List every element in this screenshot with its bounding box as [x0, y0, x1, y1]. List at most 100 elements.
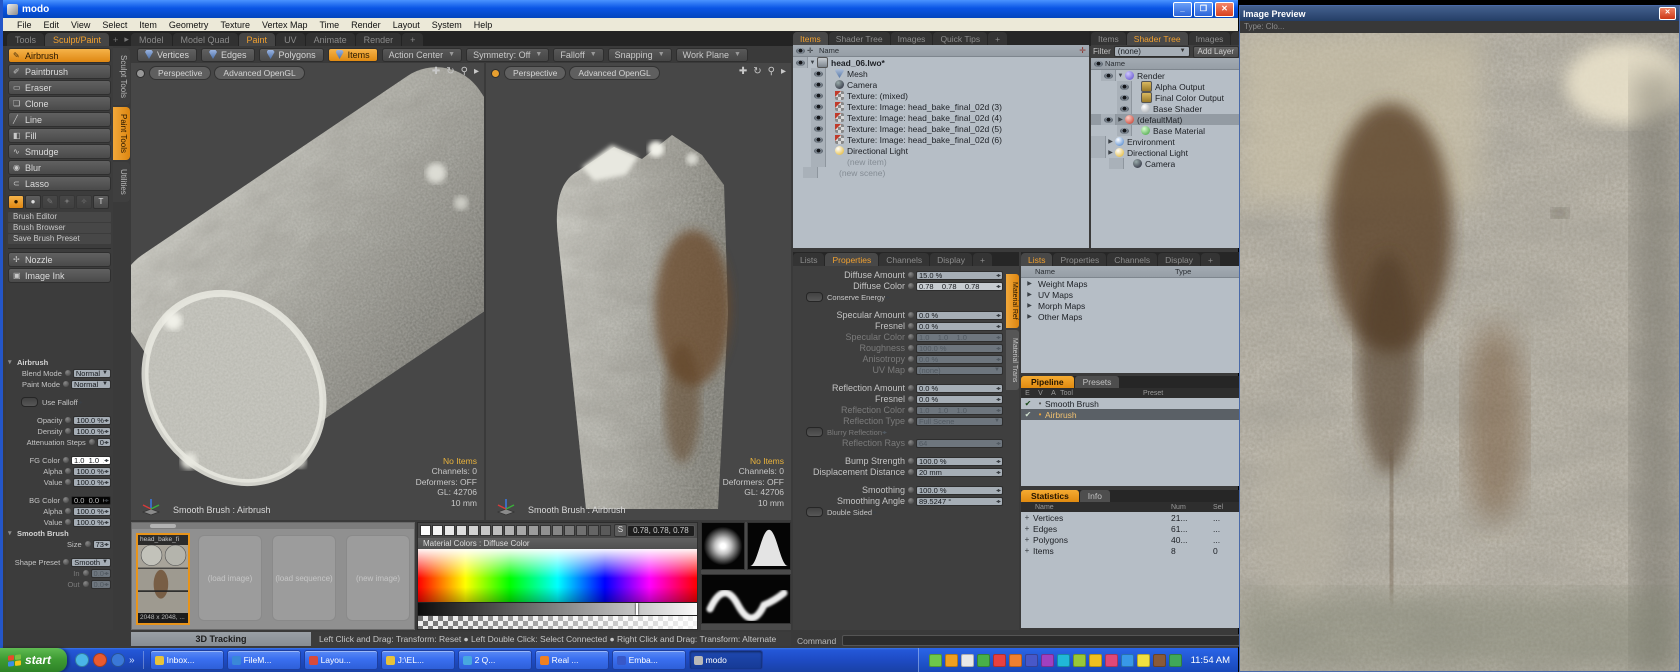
property-field[interactable]: 100.0 %◂▸▼ [73, 416, 111, 425]
tree-row[interactable]: ▼Render [1091, 70, 1241, 81]
enabled-check-icon[interactable]: ✔ [1021, 410, 1035, 419]
expand-arrow[interactable]: ▶ [1021, 313, 1034, 320]
panel-tab[interactable]: Quick Tips [933, 32, 987, 45]
property-field[interactable]: 0.0 %◂▸▼ [916, 311, 1003, 320]
color-value-field[interactable]: 0.78, 0.78, 0.78 [627, 525, 695, 537]
property-field[interactable]: 0◂▸▼ [97, 438, 111, 447]
layout-tab[interactable]: Tools [7, 33, 44, 46]
panel-tab[interactable]: Channels [1107, 253, 1157, 266]
rotate-icon[interactable]: ↻ [753, 66, 761, 77]
mini-slider-icon[interactable]: ◂▸ [104, 439, 108, 446]
taskbar-task-button[interactable]: Layou... [304, 650, 378, 670]
property-field[interactable]: Normal Proj ...◂▸▼ [71, 380, 111, 389]
mini-slider-icon[interactable]: ◂▸ [996, 385, 1000, 392]
channel-port-icon[interactable] [89, 439, 95, 445]
taskbar-task-button[interactable]: J:\EL... [381, 650, 455, 670]
material-subtab[interactable]: Material Trans [1006, 330, 1019, 390]
mini-slider-icon[interactable]: ◂▸ [872, 509, 876, 516]
tray-icon[interactable] [993, 654, 1006, 667]
property-field[interactable]: 1.0 1.0 1.0◂▸▼ [916, 406, 1003, 415]
mini-slider-icon[interactable]: ◂▸ [104, 428, 108, 435]
mini-slider-icon[interactable]: ◂▸ [996, 396, 1000, 403]
mini-slider-icon[interactable]: ◂▸ [996, 312, 1000, 319]
tray-icon[interactable] [1057, 654, 1070, 667]
expand-arrow[interactable]: ▼ [808, 60, 817, 66]
mini-slider-icon[interactable]: ◂▸ [996, 356, 1000, 363]
close-button[interactable]: ✕ [1215, 2, 1234, 17]
panel-tab[interactable]: Shader Tree [829, 32, 890, 45]
brush-tip-button[interactable]: ● [25, 195, 41, 209]
maximize-button[interactable]: ❐ [1194, 2, 1213, 17]
channel-port-icon[interactable] [908, 458, 914, 464]
expand-arrow[interactable]: ▶ [1106, 138, 1115, 145]
channel-port-icon[interactable] [908, 272, 914, 278]
panel-tab[interactable]: Shader Tree [1127, 32, 1188, 45]
panel-tab[interactable]: Images [891, 32, 933, 45]
tree-row[interactable]: (new item) [793, 156, 1089, 167]
expand-arrow[interactable]: ▶ [1106, 149, 1115, 156]
panel-tab[interactable]: Lists [793, 253, 824, 266]
pipeline-row[interactable]: ✔•Smooth Brush [1021, 398, 1241, 409]
panel-tab[interactable]: Display [1158, 253, 1200, 266]
layout-tab[interactable]: Model [131, 33, 172, 46]
channel-port-icon[interactable] [63, 457, 69, 463]
property-field[interactable]: Smooth◂▸▼ [71, 558, 111, 567]
tree-row[interactable]: Final Color Output [1091, 92, 1241, 103]
property-field[interactable]: Full Scene◂▸▼ [916, 417, 1003, 426]
color-swatch[interactable] [552, 525, 563, 536]
tray-icon[interactable] [1105, 654, 1118, 667]
mini-slider-icon[interactable]: ◂▸ [104, 519, 108, 526]
property-field[interactable]: 100.0 %◂▸▼ [916, 486, 1003, 495]
layout-tab[interactable]: Render [356, 33, 402, 46]
property-field[interactable]: 15.0 %◂▸▼ [916, 271, 1003, 280]
tray-icon[interactable] [1169, 654, 1182, 667]
panel-tab[interactable]: Items [793, 32, 828, 45]
start-button[interactable]: start [0, 648, 67, 672]
tray-icon[interactable] [961, 654, 974, 667]
channel-port-icon[interactable] [83, 570, 89, 576]
tool-category-tab[interactable]: Sculpt Tools [113, 48, 130, 105]
taskbar-task-button[interactable]: Emba... [612, 650, 686, 670]
pipeline-row[interactable]: ✔•Airbrush [1021, 409, 1241, 420]
property-field[interactable]: Conserve Energy◂▸▼ [804, 293, 891, 302]
preview-toolbar[interactable]: Type: Clo... [1240, 21, 1679, 33]
channel-port-icon[interactable] [908, 283, 914, 289]
tree-row[interactable]: Texture: Image: head_bake_final_02d (5) [793, 123, 1089, 134]
expand-plus-icon[interactable]: + [1021, 524, 1033, 533]
color-swatch[interactable] [432, 525, 443, 536]
expand-plus-icon[interactable]: + [1021, 535, 1033, 544]
channel-port-icon[interactable] [65, 417, 71, 423]
property-field[interactable]: 100.0 %◂▸▼ [73, 478, 111, 487]
statistics-row[interactable]: +Vertices21...... [1021, 512, 1241, 523]
mini-slider-icon[interactable]: ◂▸ [996, 345, 1000, 352]
rotate-icon[interactable]: ↻ [446, 66, 454, 77]
tree-row[interactable]: Mesh [793, 68, 1089, 79]
channel-port-icon[interactable] [908, 407, 914, 413]
viewport-mode-pill[interactable]: Perspective [149, 66, 211, 80]
panel-tab[interactable]: + [988, 32, 1007, 45]
zoom-icon[interactable]: ⚲ [768, 66, 775, 77]
brush-tip-button[interactable]: ● [8, 195, 24, 209]
command-input[interactable] [842, 635, 1241, 646]
image-placeholder[interactable]: (new image) [346, 535, 410, 621]
tray-icon[interactable] [1089, 654, 1102, 667]
statistics-row[interactable]: +Edges61...... [1021, 523, 1241, 534]
selected-image-thumbnail[interactable]: head_bake_fi 2048 x 2048, ... [136, 533, 190, 625]
channel-port-icon[interactable] [65, 479, 71, 485]
brush-link[interactable]: Save Brush Preset [8, 234, 111, 244]
tool-item[interactable]: ✐Paintbrush [8, 64, 111, 79]
tree-row[interactable]: ▶(defaultMat) [1091, 114, 1241, 125]
color-swatch[interactable] [576, 525, 587, 536]
toolbar-dropdown[interactable]: Work Plane▼ [676, 48, 748, 62]
layout-tab[interactable]: + [402, 33, 423, 46]
tray-icon[interactable] [1025, 654, 1038, 667]
viewport-right[interactable]: PerspectiveAdvanced OpenGL ✚↻⚲▸ No Items… [486, 63, 791, 520]
tool-item[interactable]: ╱Line [8, 112, 111, 127]
property-field[interactable]: 0.0 %◂▸▼ [916, 355, 1003, 364]
brush-link[interactable]: Brush Editor [8, 212, 111, 222]
panel-tab[interactable]: + [1201, 253, 1220, 266]
tool-category-tab[interactable]: Paint Tools [113, 107, 130, 160]
alpha-slider[interactable] [418, 615, 697, 629]
tray-icon[interactable] [1073, 654, 1086, 667]
selection-mode-button[interactable]: Polygons [259, 48, 324, 62]
